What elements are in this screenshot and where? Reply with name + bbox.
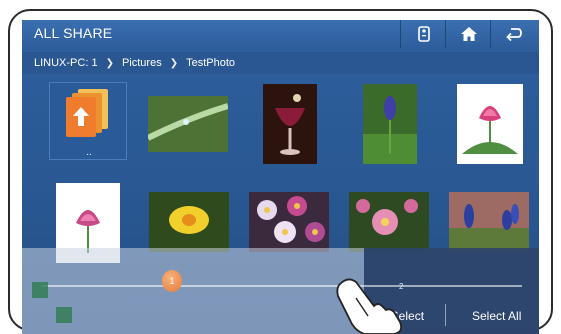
breadcrumb-item-testphoto[interactable]: TestPhoto [186, 57, 235, 69]
photo-thumbnail-wine-glass[interactable] [263, 84, 317, 164]
allshare-screen: ALL SHARE LINUX-PC: 1 ❯ Pictures ❯ TestP… [22, 20, 539, 334]
home-icon [460, 27, 477, 41]
photo-thumbnail-daisy-cluster[interactable] [249, 192, 329, 252]
photo-thumbnail-blue-grape-hyacinths[interactable] [449, 192, 529, 252]
app-title: ALL SHARE [34, 25, 113, 41]
folder-up-icon [66, 89, 108, 137]
photo-thumbnail-pink-flowers-garden[interactable] [349, 192, 429, 252]
divider [445, 304, 446, 326]
select-all-button[interactable]: Select All [472, 309, 521, 323]
remote-button[interactable] [400, 20, 446, 48]
home-button[interactable] [445, 20, 491, 48]
decorative-square [32, 282, 48, 298]
breadcrumb-item-pictures[interactable]: Pictures [122, 57, 162, 69]
breadcrumb: LINUX-PC: 1 ❯ Pictures ❯ TestPhoto [22, 52, 539, 74]
photo-thumbnail-yellow-daffodil[interactable] [149, 192, 229, 252]
back-icon [505, 28, 522, 42]
page-slider-track[interactable] [42, 285, 522, 287]
folder-up-label: .. [86, 147, 92, 158]
breadcrumb-separator: ❯ [105, 57, 114, 69]
decorative-square [56, 307, 72, 323]
photo-thumbnail-water-droplet[interactable] [148, 96, 228, 152]
breadcrumb-item-device[interactable]: LINUX-PC: 1 [34, 57, 98, 69]
folder-up-tile[interactable]: .. [49, 82, 127, 160]
title-bar: ALL SHARE [22, 20, 539, 48]
touch-hand-icon [336, 278, 403, 334]
page-slider-knob[interactable]: 1 [162, 270, 182, 292]
photo-thumbnail-pink-lotus[interactable] [457, 84, 523, 164]
photo-thumbnail-grape-hyacinth[interactable] [363, 84, 417, 164]
remote-icon [417, 26, 430, 42]
back-button[interactable] [490, 20, 536, 48]
breadcrumb-separator: ❯ [169, 57, 179, 69]
